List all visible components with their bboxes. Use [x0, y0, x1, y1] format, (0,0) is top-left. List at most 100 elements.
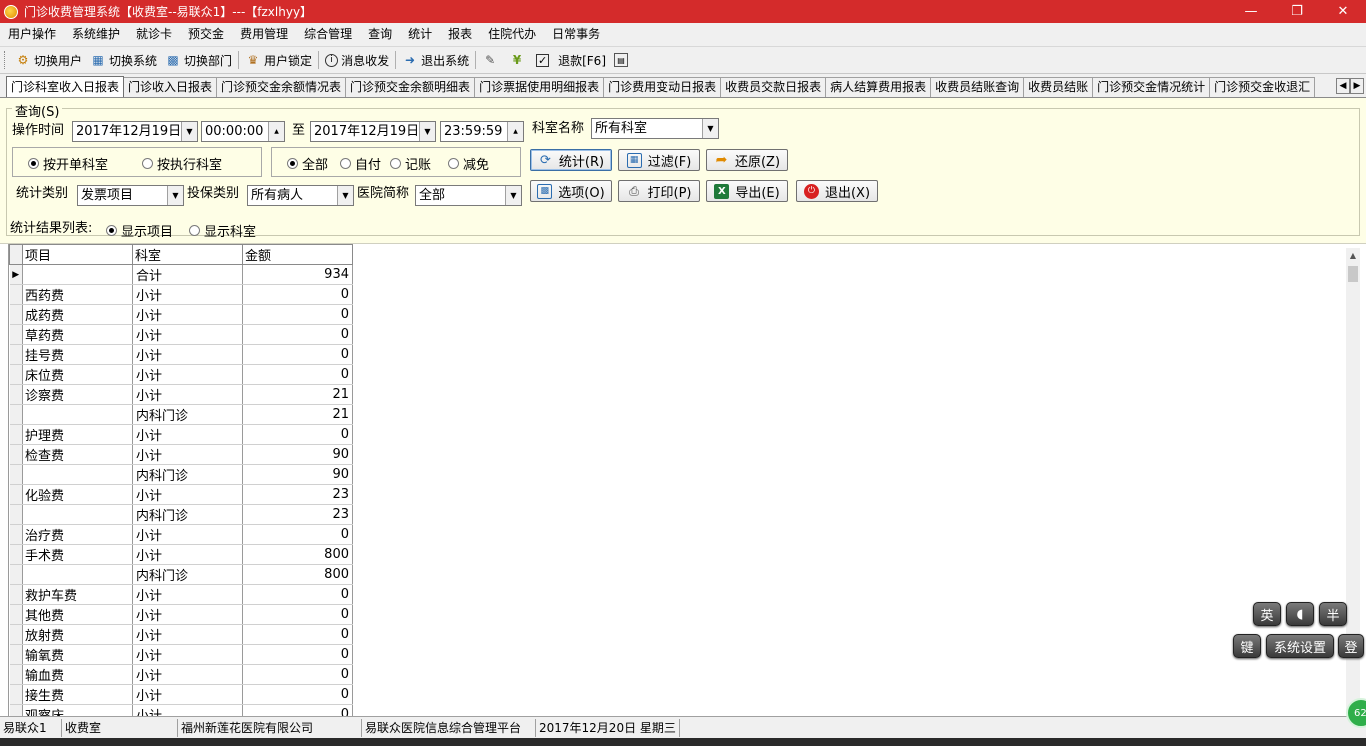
cell-dept[interactable]: 小计 — [132, 444, 243, 465]
row-indicator[interactable] — [9, 624, 23, 645]
tab-scroll-left-icon[interactable]: ◀ — [1336, 78, 1350, 94]
menu-reports[interactable]: 报表 — [442, 23, 478, 45]
table-row[interactable]: 内科门诊 800 — [9, 564, 353, 585]
cell-item[interactable]: 手术费 — [22, 544, 133, 565]
tab-cashier-settlement[interactable]: 收费员结账 — [1023, 77, 1094, 97]
table-row[interactable]: 其他费 小计 0 — [9, 604, 353, 625]
cell-dept[interactable]: 小计 — [132, 604, 243, 625]
cell-dept[interactable]: 小计 — [132, 344, 243, 365]
table-row[interactable]: 放射费 小计 0 — [9, 624, 353, 645]
table-row[interactable]: 内科门诊 23 — [9, 504, 353, 525]
menu-statistics[interactable]: 统计 — [402, 23, 438, 45]
cell-item[interactable]: 草药费 — [22, 324, 133, 345]
ime-moon-icon[interactable]: ◖ — [1286, 602, 1314, 626]
table-row[interactable]: ▶ 合计 934 — [9, 264, 353, 285]
cell-amount[interactable]: 934 — [242, 264, 353, 285]
cell-amount[interactable]: 0 — [242, 624, 353, 645]
table-row[interactable]: 内科门诊 21 — [9, 404, 353, 425]
exit-system-button[interactable]: ➜ 退出系统 — [398, 49, 473, 71]
row-indicator[interactable] — [9, 564, 23, 585]
cell-item[interactable]: 护理费 — [22, 424, 133, 445]
table-row[interactable]: 内科门诊 90 — [9, 464, 353, 485]
cell-amount[interactable]: 0 — [242, 584, 353, 605]
row-indicator[interactable] — [9, 424, 23, 445]
radio-on-account[interactable]: 记账 — [390, 154, 431, 173]
table-row[interactable]: 化验费 小计 23 — [9, 484, 353, 505]
edit-tool-button[interactable]: ✎ — [478, 49, 505, 71]
calculator-tool-button[interactable]: ▤ — [610, 49, 635, 71]
tab-cashier-settlement-query[interactable]: 收费员结账查询 — [930, 77, 1025, 97]
row-indicator[interactable] — [9, 284, 23, 305]
cell-amount[interactable]: 0 — [242, 524, 353, 545]
cell-amount[interactable]: 90 — [242, 464, 353, 485]
scroll-thumb[interactable] — [1348, 266, 1358, 282]
radio-by-exec-dept[interactable]: 按执行科室 — [142, 154, 222, 173]
cell-item[interactable] — [22, 564, 133, 585]
cell-amount[interactable]: 21 — [242, 404, 353, 425]
cell-amount[interactable]: 0 — [242, 604, 353, 625]
radio-show-items[interactable]: 显示项目 — [106, 221, 173, 240]
column-header-dept[interactable]: 科室 — [132, 244, 243, 265]
menu-visit-card[interactable]: 就诊卡 — [130, 23, 178, 45]
yuan-tool-button[interactable]: ¥ — [505, 49, 532, 71]
cell-dept[interactable]: 小计 — [132, 364, 243, 385]
table-row[interactable]: 挂号费 小计 0 — [9, 344, 353, 365]
cell-item[interactable] — [22, 264, 133, 285]
cell-item[interactable]: 西药费 — [22, 284, 133, 305]
tab-prepay-balance[interactable]: 门诊预交金余额情况表 — [216, 77, 347, 97]
table-row[interactable]: 救护车费 小计 0 — [9, 584, 353, 605]
cell-amount[interactable]: 0 — [242, 304, 353, 325]
insurance-type-select[interactable]: 所有病人 ▼ — [247, 185, 354, 206]
cell-amount[interactable]: 90 — [242, 444, 353, 465]
cell-amount[interactable]: 0 — [242, 284, 353, 305]
cell-amount[interactable]: 0 — [242, 364, 353, 385]
switch-system-button[interactable]: ▦ 切换系统 — [86, 49, 161, 71]
radio-show-depts[interactable]: 显示科室 — [189, 221, 256, 240]
row-indicator[interactable] — [9, 584, 23, 605]
switch-dept-button[interactable]: ▩ 切换部门 — [161, 49, 236, 71]
refund-button[interactable]: ✓ 退款[F6] — [532, 49, 610, 71]
cell-dept[interactable]: 内科门诊 — [132, 404, 243, 425]
cell-item[interactable]: 挂号费 — [22, 344, 133, 365]
ime-login-button[interactable]: 登 — [1338, 634, 1364, 658]
cell-item[interactable]: 输氧费 — [22, 644, 133, 665]
tab-cashier-payment-daily[interactable]: 收费员交款日报表 — [720, 77, 827, 97]
scroll-up-icon[interactable]: ▲ — [1346, 248, 1360, 262]
tab-patient-settlement[interactable]: 病人结算费用报表 — [825, 77, 932, 97]
cell-dept[interactable]: 小计 — [132, 584, 243, 605]
restore-query-button[interactable]: ➦ 还原(Z) — [706, 149, 788, 171]
cell-item[interactable]: 化验费 — [22, 484, 133, 505]
radio-waived[interactable]: 减免 — [448, 154, 489, 173]
start-time-spinner[interactable]: 00:00:00 ▲▼ — [201, 121, 285, 142]
cell-dept[interactable]: 内科门诊 — [132, 564, 243, 585]
cell-item[interactable] — [22, 504, 133, 525]
cell-amount[interactable]: 0 — [242, 344, 353, 365]
lock-user-button[interactable]: ♛ 用户锁定 — [241, 49, 316, 71]
stat-type-select[interactable]: 发票项目 ▼ — [77, 185, 184, 206]
row-indicator[interactable] — [9, 504, 23, 525]
cell-dept[interactable]: 合计 — [132, 264, 243, 285]
cell-dept[interactable]: 小计 — [132, 544, 243, 565]
radio-self-pay[interactable]: 自付 — [340, 154, 381, 173]
stat-button[interactable]: ⟳ 统计(R) — [530, 149, 612, 171]
cell-item[interactable] — [22, 464, 133, 485]
cell-dept[interactable]: 小计 — [132, 304, 243, 325]
filter-button[interactable]: ▦ 过滤(F) — [618, 149, 700, 171]
row-indicator[interactable] — [9, 444, 23, 465]
row-indicator[interactable] — [9, 384, 23, 405]
cell-dept[interactable]: 小计 — [132, 644, 243, 665]
menu-inpatient-agent[interactable]: 住院代办 — [482, 23, 542, 45]
menu-user-ops[interactable]: 用户操作 — [2, 23, 62, 45]
cell-item[interactable]: 放射费 — [22, 624, 133, 645]
cell-item[interactable]: 治疗费 — [22, 524, 133, 545]
row-indicator[interactable] — [9, 664, 23, 685]
menu-query[interactable]: 查询 — [362, 23, 398, 45]
cell-amount[interactable]: 21 — [242, 384, 353, 405]
cell-dept[interactable]: 小计 — [132, 384, 243, 405]
restore-button[interactable]: ❐ — [1274, 0, 1320, 23]
cell-item[interactable]: 接生费 — [22, 684, 133, 705]
ime-half-width-button[interactable]: 半 — [1319, 602, 1347, 626]
current-row-indicator-icon[interactable]: ▶ — [9, 264, 23, 285]
tab-outpatient-income-daily[interactable]: 门诊收入日报表 — [123, 77, 218, 97]
table-row[interactable]: 接生费 小计 0 — [9, 684, 353, 705]
